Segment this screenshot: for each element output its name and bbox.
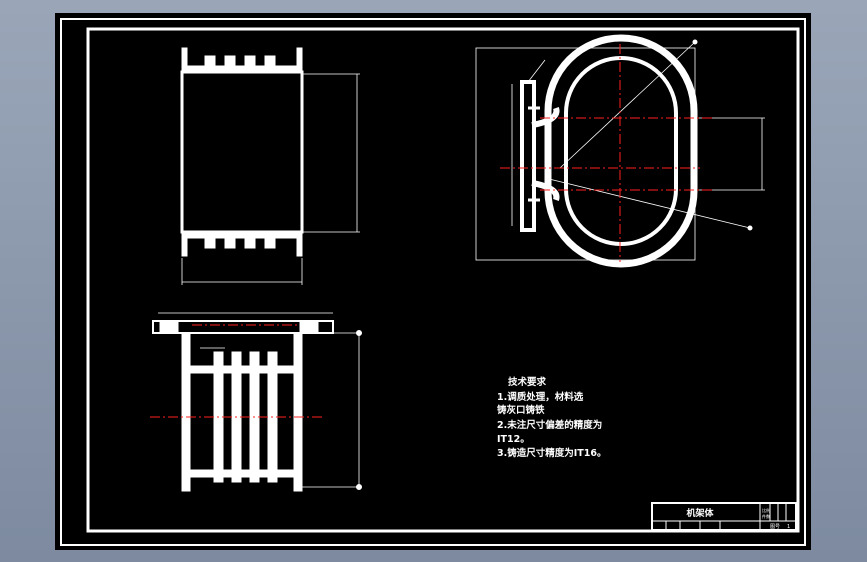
drawing-canvas[interactable]: 机架体 比例 件数 图号 1 技术要求 1.调质处理，材料选 铸灰口铸铁 2.未… xyxy=(0,0,867,562)
quantity-label: 件数 xyxy=(762,513,770,519)
sheet-label: 图号 xyxy=(770,524,780,530)
technical-requirements: 技术要求 1.调质处理，材料选 铸灰口铸铁 2.未注尺寸偏差的精度为 IT12。… xyxy=(497,376,606,459)
part-name: 机架体 xyxy=(686,507,714,519)
scale-label: 比例 xyxy=(762,507,770,513)
sheet-value: 1 xyxy=(787,524,790,530)
section-view[interactable] xyxy=(152,312,362,492)
tech-req-line: 1.调质处理，材料选 xyxy=(497,391,584,403)
cad-viewport[interactable]: 机架体 比例 件数 图号 1 技术要求 1.调质处理，材料选 铸灰口铸铁 2.未… xyxy=(0,0,867,562)
tech-req-line: 3.铸造尺寸精度为IT16。 xyxy=(497,447,606,459)
front-view[interactable] xyxy=(180,47,360,285)
tech-req-line: IT12。 xyxy=(497,434,530,445)
tech-req-line: 2.未注尺寸偏差的精度为 xyxy=(497,419,602,431)
tech-req-heading: 技术要求 xyxy=(508,376,547,388)
tech-req-line: 铸灰口铸铁 xyxy=(497,404,545,416)
